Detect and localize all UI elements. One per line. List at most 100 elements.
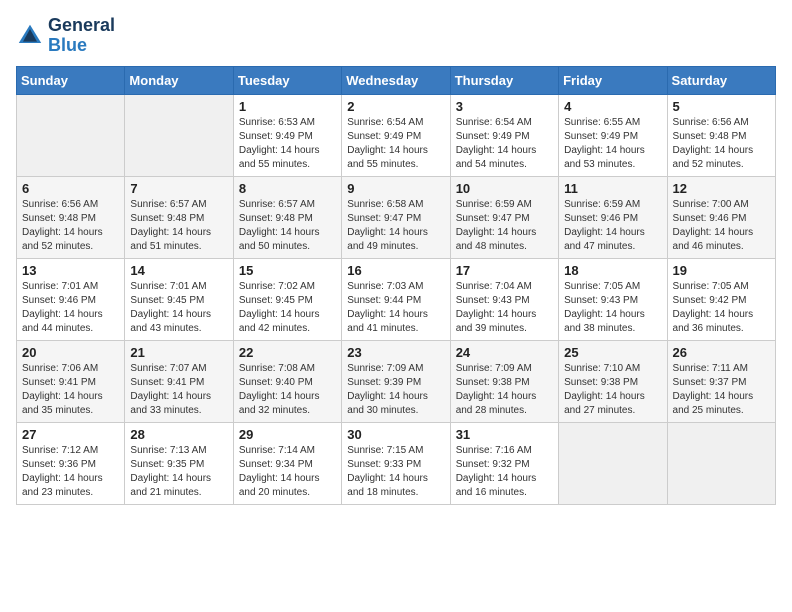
logo-text: General Blue <box>48 16 115 56</box>
day-info: Sunrise: 7:05 AM Sunset: 9:43 PM Dayligh… <box>564 280 661 336</box>
calendar-cell: 29 Sunrise: 7:14 AM Sunset: 9:34 PM Dayli… <box>233 422 341 504</box>
day-number: 11 <box>564 181 661 196</box>
day-number: 1 <box>239 99 336 114</box>
calendar-cell: 22 Sunrise: 7:08 AM Sunset: 9:40 PM Dayli… <box>233 340 341 422</box>
week-row-2: 6Sunrise: 6:56 AM Sunset: 9:48 PM Daylig… <box>17 176 776 258</box>
day-info: Sunrise: 7:08 AM Sunset: 9:40 PM Dayligh… <box>239 362 336 418</box>
calendar-cell: 26 Sunrise: 7:11 AM Sunset: 9:37 PM Dayli… <box>667 340 775 422</box>
day-number: 31 <box>456 427 553 442</box>
day-number: 3 <box>456 99 553 114</box>
calendar-cell <box>559 422 667 504</box>
day-info: Sunrise: 7:05 AM Sunset: 9:42 PM Dayligh… <box>673 280 770 336</box>
calendar-cell <box>17 94 125 176</box>
day-number: 25 <box>564 345 661 360</box>
day-info: Sunrise: 6:53 AM Sunset: 9:49 PM Dayligh… <box>239 116 336 172</box>
day-number: 30 <box>347 427 444 442</box>
day-number: 29 <box>239 427 336 442</box>
week-row-3: 13Sunrise: 7:01 AM Sunset: 9:46 PM Dayli… <box>17 258 776 340</box>
calendar-cell: 14 Sunrise: 7:01 AM Sunset: 9:45 PM Dayli… <box>125 258 233 340</box>
calendar-cell: 24 Sunrise: 7:09 AM Sunset: 9:38 PM Dayli… <box>450 340 558 422</box>
day-info: Sunrise: 6:57 AM Sunset: 9:48 PM Dayligh… <box>239 198 336 254</box>
day-info: Sunrise: 7:06 AM Sunset: 9:41 PM Dayligh… <box>22 362 119 418</box>
day-number: 10 <box>456 181 553 196</box>
calendar-cell: 6Sunrise: 6:56 AM Sunset: 9:48 PM Daylig… <box>17 176 125 258</box>
day-info: Sunrise: 7:02 AM Sunset: 9:45 PM Dayligh… <box>239 280 336 336</box>
day-number: 18 <box>564 263 661 278</box>
day-number: 22 <box>239 345 336 360</box>
day-number: 28 <box>130 427 227 442</box>
day-info: Sunrise: 7:14 AM Sunset: 9:34 PM Dayligh… <box>239 444 336 500</box>
calendar-cell: 15Sunrise: 7:02 AM Sunset: 9:45 PM Dayli… <box>233 258 341 340</box>
calendar-cell: 10 Sunrise: 6:59 AM Sunset: 9:47 PM Dayli… <box>450 176 558 258</box>
day-info: Sunrise: 7:15 AM Sunset: 9:33 PM Dayligh… <box>347 444 444 500</box>
calendar-cell: 17 Sunrise: 7:04 AM Sunset: 9:43 PM Dayli… <box>450 258 558 340</box>
day-number: 27 <box>22 427 119 442</box>
calendar-cell: 3 Sunrise: 6:54 AM Sunset: 9:49 PM Daylig… <box>450 94 558 176</box>
calendar-cell: 2 Sunrise: 6:54 AM Sunset: 9:49 PM Daylig… <box>342 94 450 176</box>
day-info: Sunrise: 7:01 AM Sunset: 9:45 PM Dayligh… <box>130 280 227 336</box>
weekday-header-saturday: Saturday <box>667 66 775 94</box>
calendar-cell: 12 Sunrise: 7:00 AM Sunset: 9:46 PM Dayli… <box>667 176 775 258</box>
day-number: 17 <box>456 263 553 278</box>
day-number: 14 <box>130 263 227 278</box>
calendar-cell: 25 Sunrise: 7:10 AM Sunset: 9:38 PM Dayli… <box>559 340 667 422</box>
day-number: 6 <box>22 181 119 196</box>
day-number: 9 <box>347 181 444 196</box>
weekday-header-tuesday: Tuesday <box>233 66 341 94</box>
weekday-header-row: SundayMondayTuesdayWednesdayThursdayFrid… <box>17 66 776 94</box>
day-info: Sunrise: 6:56 AM Sunset: 9:48 PM Dayligh… <box>673 116 770 172</box>
day-number: 8 <box>239 181 336 196</box>
day-number: 5 <box>673 99 770 114</box>
calendar-cell: 9Sunrise: 6:58 AM Sunset: 9:47 PM Daylig… <box>342 176 450 258</box>
day-number: 16 <box>347 263 444 278</box>
calendar-cell: 19 Sunrise: 7:05 AM Sunset: 9:42 PM Dayli… <box>667 258 775 340</box>
calendar-cell: 21Sunrise: 7:07 AM Sunset: 9:41 PM Dayli… <box>125 340 233 422</box>
week-row-5: 27Sunrise: 7:12 AM Sunset: 9:36 PM Dayli… <box>17 422 776 504</box>
day-info: Sunrise: 7:16 AM Sunset: 9:32 PM Dayligh… <box>456 444 553 500</box>
header: General Blue <box>16 16 776 56</box>
day-info: Sunrise: 7:04 AM Sunset: 9:43 PM Dayligh… <box>456 280 553 336</box>
weekday-header-sunday: Sunday <box>17 66 125 94</box>
day-number: 19 <box>673 263 770 278</box>
week-row-1: 1 Sunrise: 6:53 AM Sunset: 9:49 PM Daylig… <box>17 94 776 176</box>
calendar-cell: 27Sunrise: 7:12 AM Sunset: 9:36 PM Dayli… <box>17 422 125 504</box>
day-info: Sunrise: 7:09 AM Sunset: 9:38 PM Dayligh… <box>456 362 553 418</box>
weekday-header-thursday: Thursday <box>450 66 558 94</box>
day-info: Sunrise: 6:54 AM Sunset: 9:49 PM Dayligh… <box>456 116 553 172</box>
day-number: 13 <box>22 263 119 278</box>
day-number: 23 <box>347 345 444 360</box>
calendar-cell <box>667 422 775 504</box>
calendar-cell: 13Sunrise: 7:01 AM Sunset: 9:46 PM Dayli… <box>17 258 125 340</box>
day-info: Sunrise: 7:07 AM Sunset: 9:41 PM Dayligh… <box>130 362 227 418</box>
calendar-cell: 4Sunrise: 6:55 AM Sunset: 9:49 PM Daylig… <box>559 94 667 176</box>
week-row-4: 20 Sunrise: 7:06 AM Sunset: 9:41 PM Dayli… <box>17 340 776 422</box>
day-number: 7 <box>130 181 227 196</box>
calendar-cell: 5 Sunrise: 6:56 AM Sunset: 9:48 PM Daylig… <box>667 94 775 176</box>
calendar-cell <box>125 94 233 176</box>
logo: General Blue <box>16 16 115 56</box>
calendar-cell: 11Sunrise: 6:59 AM Sunset: 9:46 PM Dayli… <box>559 176 667 258</box>
day-number: 26 <box>673 345 770 360</box>
day-number: 12 <box>673 181 770 196</box>
calendar-cell: 16 Sunrise: 7:03 AM Sunset: 9:44 PM Dayli… <box>342 258 450 340</box>
day-info: Sunrise: 7:09 AM Sunset: 9:39 PM Dayligh… <box>347 362 444 418</box>
day-info: Sunrise: 7:10 AM Sunset: 9:38 PM Dayligh… <box>564 362 661 418</box>
day-info: Sunrise: 6:59 AM Sunset: 9:47 PM Dayligh… <box>456 198 553 254</box>
day-info: Sunrise: 7:03 AM Sunset: 9:44 PM Dayligh… <box>347 280 444 336</box>
weekday-header-friday: Friday <box>559 66 667 94</box>
day-info: Sunrise: 6:54 AM Sunset: 9:49 PM Dayligh… <box>347 116 444 172</box>
calendar-cell: 18 Sunrise: 7:05 AM Sunset: 9:43 PM Dayli… <box>559 258 667 340</box>
day-info: Sunrise: 7:00 AM Sunset: 9:46 PM Dayligh… <box>673 198 770 254</box>
day-info: Sunrise: 6:57 AM Sunset: 9:48 PM Dayligh… <box>130 198 227 254</box>
day-number: 20 <box>22 345 119 360</box>
day-info: Sunrise: 6:55 AM Sunset: 9:49 PM Dayligh… <box>564 116 661 172</box>
calendar-cell: 20 Sunrise: 7:06 AM Sunset: 9:41 PM Dayli… <box>17 340 125 422</box>
day-number: 2 <box>347 99 444 114</box>
day-info: Sunrise: 7:11 AM Sunset: 9:37 PM Dayligh… <box>673 362 770 418</box>
calendar-cell: 1 Sunrise: 6:53 AM Sunset: 9:49 PM Daylig… <box>233 94 341 176</box>
day-number: 24 <box>456 345 553 360</box>
calendar-cell: 23 Sunrise: 7:09 AM Sunset: 9:39 PM Dayli… <box>342 340 450 422</box>
weekday-header-monday: Monday <box>125 66 233 94</box>
calendar-cell: 28Sunrise: 7:13 AM Sunset: 9:35 PM Dayli… <box>125 422 233 504</box>
calendar-cell: 7 Sunrise: 6:57 AM Sunset: 9:48 PM Daylig… <box>125 176 233 258</box>
